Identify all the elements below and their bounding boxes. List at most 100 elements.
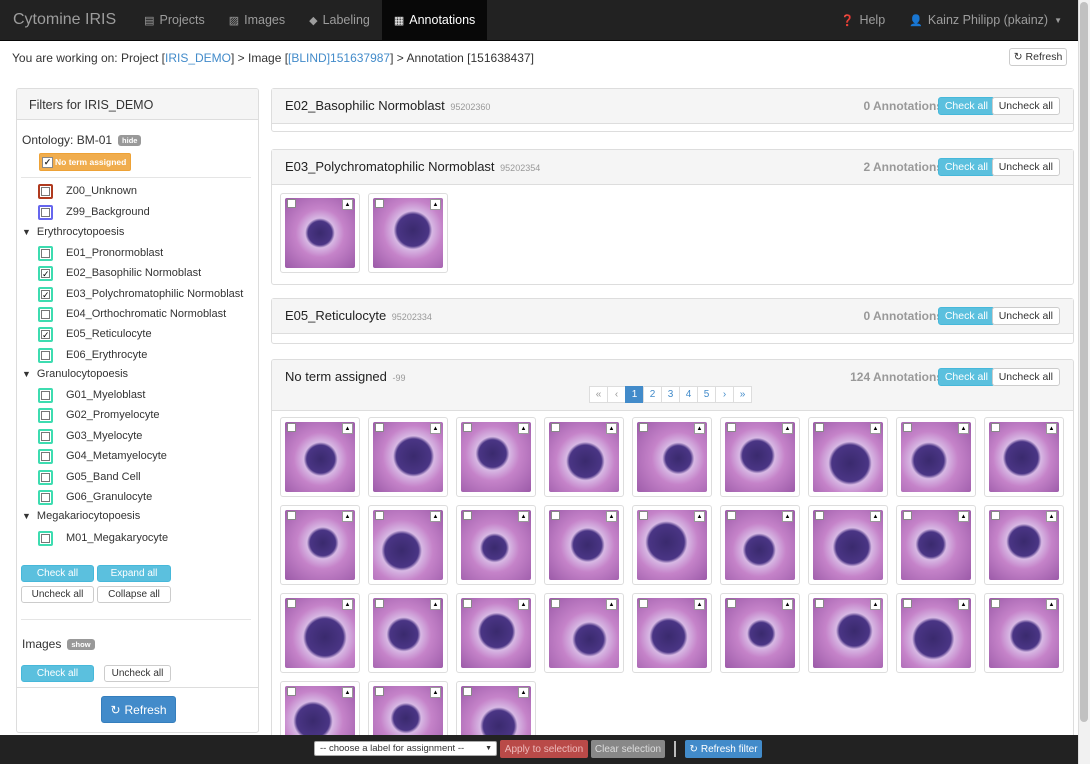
annotation-thumbnail[interactable]: ▲ <box>368 593 448 673</box>
expand-caret-icon[interactable]: ▲ <box>694 423 705 434</box>
thumbnail-checkbox[interactable] <box>903 511 912 520</box>
group-megakariocytopoesis[interactable]: ▼ Megakariocytopoesis <box>22 510 140 522</box>
uncheck-all-button[interactable]: Uncheck all <box>991 158 1060 176</box>
expand-caret-icon[interactable]: ▲ <box>430 687 441 698</box>
thumbnail-checkbox[interactable] <box>991 511 1000 520</box>
page-prev[interactable]: ‹ <box>607 386 626 403</box>
annotation-thumbnail[interactable]: ▲ <box>632 505 712 585</box>
expand-caret-icon[interactable]: ▲ <box>606 511 617 522</box>
annotation-thumbnail[interactable]: ▲ <box>984 505 1064 585</box>
thumbnail-checkbox[interactable] <box>727 511 736 520</box>
collapse-triangle-icon[interactable]: ▼ <box>22 511 31 521</box>
expand-caret-icon[interactable]: ▲ <box>782 511 793 522</box>
annotation-thumbnail[interactable]: ▲ <box>720 593 800 673</box>
term-filter-g02[interactable]: G02_Promyelocyte <box>38 407 160 423</box>
expand-all-button[interactable]: Expand all <box>97 565 171 582</box>
annotation-thumbnail[interactable]: ▲ <box>632 417 712 497</box>
thumbnail-checkbox[interactable] <box>463 687 472 696</box>
uncheck-all-button[interactable]: Uncheck all <box>991 368 1060 386</box>
nav-projects[interactable]: ▤ Projects <box>132 0 217 41</box>
term-filter-e01[interactable]: E01_Pronormoblast <box>38 245 163 261</box>
thumbnail-checkbox[interactable] <box>375 687 384 696</box>
thumbnail-checkbox[interactable] <box>991 423 1000 432</box>
uncheck-all-button[interactable]: Uncheck all <box>991 307 1060 325</box>
expand-caret-icon[interactable]: ▲ <box>782 423 793 434</box>
collapse-triangle-icon[interactable]: ▼ <box>22 369 31 379</box>
term-checkbox[interactable] <box>38 469 53 485</box>
page-1[interactable]: 1 <box>625 386 644 403</box>
collapse-triangle-icon[interactable]: ▼ <box>22 227 31 237</box>
annotation-thumbnail[interactable]: ▲ <box>808 505 888 585</box>
annotation-thumbnail[interactable]: ▲ <box>280 417 360 497</box>
expand-caret-icon[interactable]: ▲ <box>430 199 441 210</box>
expand-caret-icon[interactable]: ▲ <box>958 423 969 434</box>
thumbnail-checkbox[interactable] <box>287 423 296 432</box>
term-filter-g04[interactable]: G04_Metamyelocyte <box>38 448 167 464</box>
thumbnail-checkbox[interactable] <box>991 599 1000 608</box>
breadcrumb-project-link[interactable]: IRIS_DEMO <box>165 51 231 65</box>
annotation-thumbnail[interactable]: ▲ <box>896 417 976 497</box>
term-filter-e05[interactable]: ✓ E05_Reticulocyte <box>38 326 152 342</box>
annotation-thumbnail[interactable]: ▲ <box>368 505 448 585</box>
term-filter-z99[interactable]: Z99_Background <box>38 204 150 220</box>
term-checkbox[interactable] <box>38 387 53 403</box>
annotation-thumbnail[interactable]: ▲ <box>720 505 800 585</box>
term-checkbox[interactable] <box>38 530 53 546</box>
expand-caret-icon[interactable]: ▲ <box>606 423 617 434</box>
expand-caret-icon[interactable]: ▲ <box>430 423 441 434</box>
refresh-filters-button[interactable]: ↻ Refresh <box>101 696 176 723</box>
thumbnail-checkbox[interactable] <box>375 423 384 432</box>
clear-selection-button[interactable]: Clear selection <box>591 740 665 758</box>
no-term-checkbox[interactable]: ✓ <box>42 156 53 168</box>
term-filter-e04[interactable]: E04_Orthochromatic Normoblast <box>38 306 226 322</box>
hide-ontology-toggle[interactable]: hide <box>118 134 142 146</box>
annotation-thumbnail[interactable]: ▲ <box>720 417 800 497</box>
annotation-thumbnail[interactable]: ▲ <box>544 593 624 673</box>
expand-caret-icon[interactable]: ▲ <box>958 511 969 522</box>
check-all-terms-button[interactable]: Check all <box>21 565 94 582</box>
term-checkbox[interactable] <box>38 407 53 423</box>
thumbnail-checkbox[interactable] <box>815 423 824 432</box>
term-filter-e03[interactable]: ✓ E03_Polychromatophilic Normoblast <box>38 286 243 302</box>
page-5[interactable]: 5 <box>697 386 716 403</box>
annotation-thumbnail[interactable]: ▲ <box>808 593 888 673</box>
thumbnail-checkbox[interactable] <box>375 199 384 208</box>
page-next[interactable]: › <box>715 386 734 403</box>
annotation-thumbnail[interactable]: ▲ <box>896 505 976 585</box>
term-checkbox[interactable] <box>38 347 53 363</box>
annotation-thumbnail[interactable]: ▲ <box>544 505 624 585</box>
annotation-thumbnail[interactable]: ▲ <box>984 417 1064 497</box>
thumbnail-checkbox[interactable] <box>287 687 296 696</box>
thumbnail-checkbox[interactable] <box>551 511 560 520</box>
expand-caret-icon[interactable]: ▲ <box>870 599 881 610</box>
check-all-button[interactable]: Check all <box>937 158 995 176</box>
term-filter-g03[interactable]: G03_Myelocyte <box>38 428 142 444</box>
expand-caret-icon[interactable]: ▲ <box>342 423 353 434</box>
annotation-thumbnail[interactable]: ▲ <box>544 417 624 497</box>
label-select[interactable]: -- choose a label for assignment -- ▼ <box>314 741 497 756</box>
term-filter-e06[interactable]: E06_Erythrocyte <box>38 347 147 363</box>
term-filter-g06[interactable]: G06_Granulocyte <box>38 489 152 505</box>
thumbnail-checkbox[interactable] <box>903 423 912 432</box>
expand-caret-icon[interactable]: ▲ <box>1046 511 1057 522</box>
app-brand[interactable]: Cytomine IRIS <box>0 11 130 29</box>
annotation-thumbnail[interactable]: ▲ <box>368 193 448 273</box>
thumbnail-checkbox[interactable] <box>727 423 736 432</box>
annotation-thumbnail[interactable]: ▲ <box>896 593 976 673</box>
annotation-thumbnail[interactable]: ▲ <box>632 593 712 673</box>
expand-caret-icon[interactable]: ▲ <box>342 687 353 698</box>
term-filter-e02[interactable]: ✓ E02_Basophilic Normoblast <box>38 265 201 281</box>
annotation-thumbnail[interactable]: ▲ <box>368 681 448 738</box>
term-filter-g01[interactable]: G01_Myeloblast <box>38 387 146 403</box>
thumbnail-checkbox[interactable] <box>639 423 648 432</box>
thumbnail-checkbox[interactable] <box>287 511 296 520</box>
term-checkbox[interactable] <box>38 204 53 220</box>
nav-labeling[interactable]: ◆ Labeling <box>297 0 382 41</box>
uncheck-all-images-button[interactable]: Uncheck all <box>104 665 171 682</box>
expand-caret-icon[interactable]: ▲ <box>1046 599 1057 610</box>
thumbnail-checkbox[interactable] <box>727 599 736 608</box>
term-checkbox[interactable] <box>38 448 53 464</box>
annotation-thumbnail[interactable]: ▲ <box>280 681 360 738</box>
term-checkbox[interactable]: ✓ <box>38 265 53 281</box>
expand-caret-icon[interactable]: ▲ <box>606 599 617 610</box>
